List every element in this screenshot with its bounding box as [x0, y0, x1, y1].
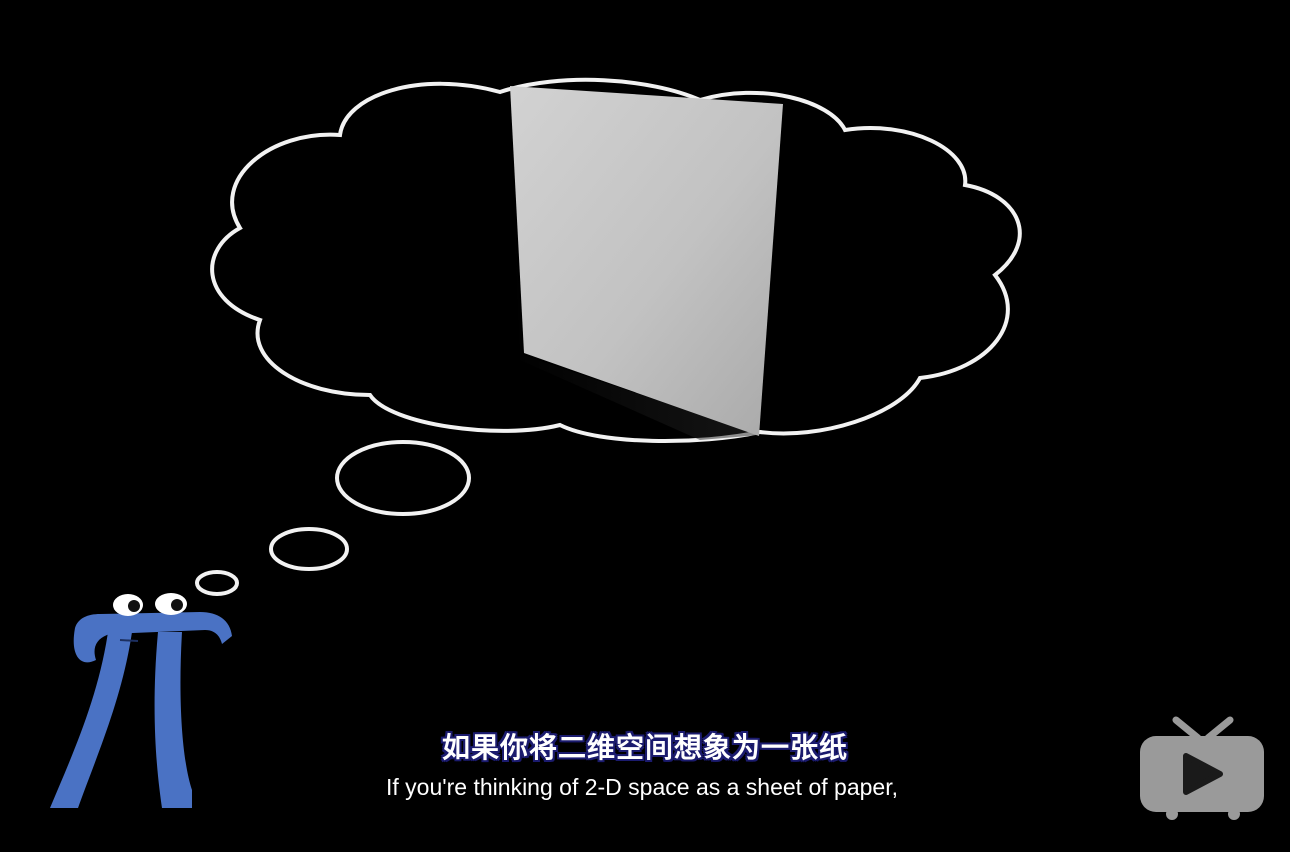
tv-play-icon[interactable]	[1138, 716, 1268, 820]
thought-scene	[50, 77, 1022, 808]
pi-mouth	[119, 639, 139, 642]
pi-left-pupil	[128, 600, 140, 612]
thought-bubble-small	[195, 570, 239, 596]
pi-top-bar	[73, 612, 232, 663]
pi-right-pupil	[171, 599, 183, 611]
subtitle-english: If you're thinking of 2-D space as a she…	[386, 774, 898, 800]
video-frame: 如果你将二维空间想象为一张纸 If you're thinking of 2-D…	[0, 0, 1290, 852]
thought-bubble-large	[335, 440, 471, 516]
subtitle-chinese: 如果你将二维空间想象为一张纸	[441, 731, 848, 764]
thought-bubble-medium	[269, 527, 349, 571]
